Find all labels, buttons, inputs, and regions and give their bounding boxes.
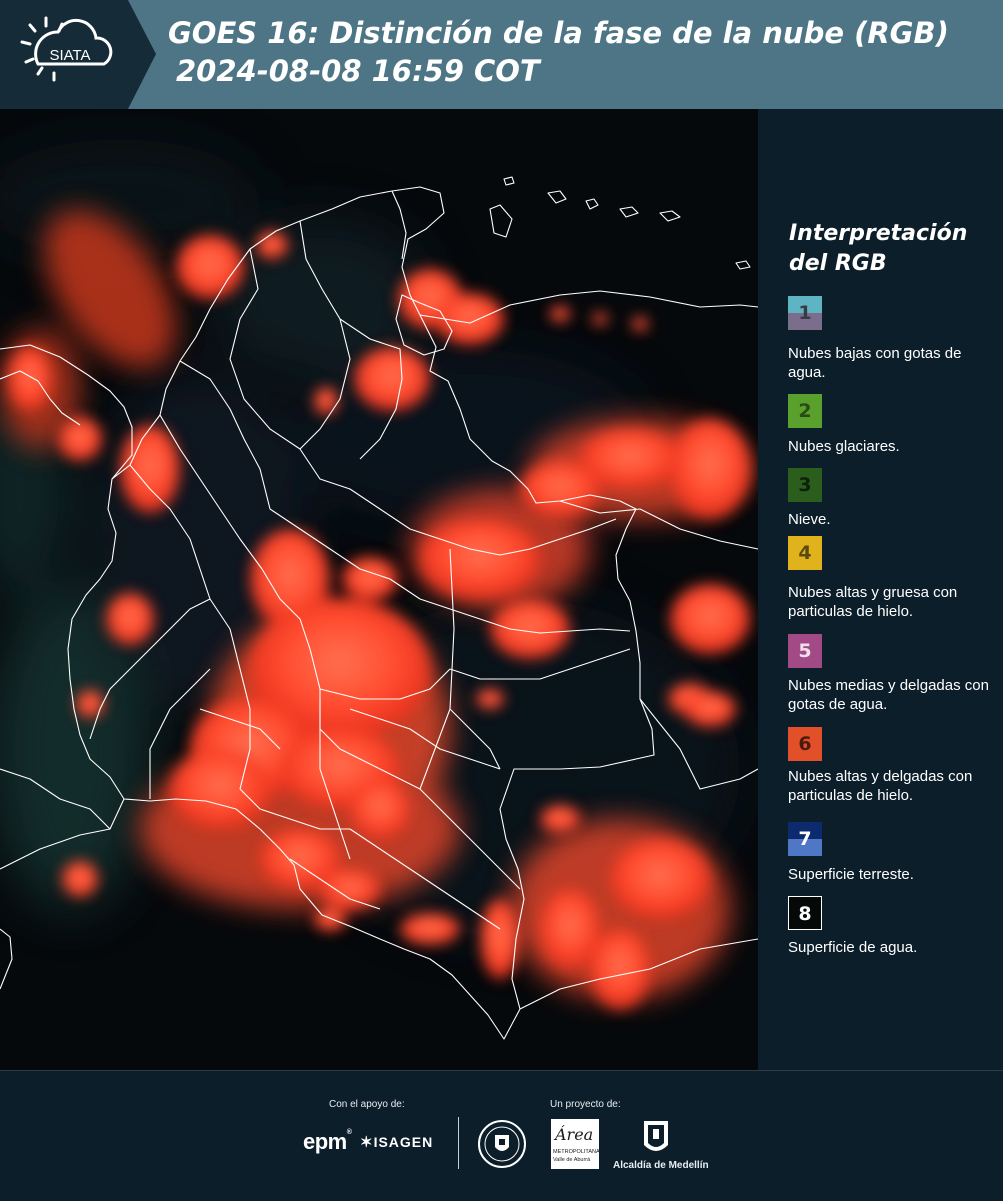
page-title: GOES 16: Distinción de la fase de la nub… [168,16,949,50]
legend-swatch-8: 8 [788,896,822,930]
siata-logo-text: SIATA [49,47,90,64]
legend-label-7: Superficie terreste. [788,866,914,883]
seal-logo [478,1120,526,1168]
alcaldia-logo-text: Alcaldía de Medellín [613,1160,709,1171]
legend-label-6: Nubes altas y delgadas con particulas de… [788,768,973,804]
rgb-legend: Interpretación del RGB 1 Nubes bajas con … [758,109,1003,1070]
siata-logo: SIATA [0,0,156,109]
header-bar: SIATA GOES 16: Distinción de la fase de … [0,0,1003,109]
legend-label-4: Nubes altas y gruesa con particulas de h… [788,584,958,620]
legend-swatch-1: 1 [788,296,822,330]
satellite-map [0,109,758,1070]
support-label: Con el apoyo de: [329,1099,405,1110]
legend-label-1: Nubes bajas con gotas de agua. [788,345,962,381]
isagen-star-icon: ✶ [360,1134,374,1151]
legend-swatch-3: 3 [788,468,822,502]
epm-logo: epm® [303,1129,352,1154]
isagen-logo: ✶ISAGEN [360,1134,434,1151]
legend-label-8: Superficie de agua. [788,939,918,956]
alcaldia-shield-icon [644,1121,668,1151]
footer: Con el apoyo de: Un proyecto de: epm® ✶I… [0,1070,1003,1201]
legend-swatch-7: 7 [788,822,822,856]
legend-swatch-6: 6 [788,727,822,761]
legend-swatch-4: 4 [788,536,822,570]
timestamp: 2024-08-08 16:59 COT [176,54,540,88]
footer-separator [458,1117,459,1169]
legend-label-2: Nubes glaciares. [788,438,900,455]
legend-swatch-5: 5 [788,634,822,668]
area-metropolitana-logo: Área METROPOLITANA Valle de Aburrá [551,1119,600,1169]
legend-title: Interpretación del RGB [789,221,968,276]
legend-label-3: Nieve. [788,511,831,528]
project-label: Un proyecto de: [550,1099,621,1110]
legend-swatch-2: 2 [788,394,822,428]
legend-label-5: Nubes medias y delgadas con gotas de agu… [788,677,989,713]
